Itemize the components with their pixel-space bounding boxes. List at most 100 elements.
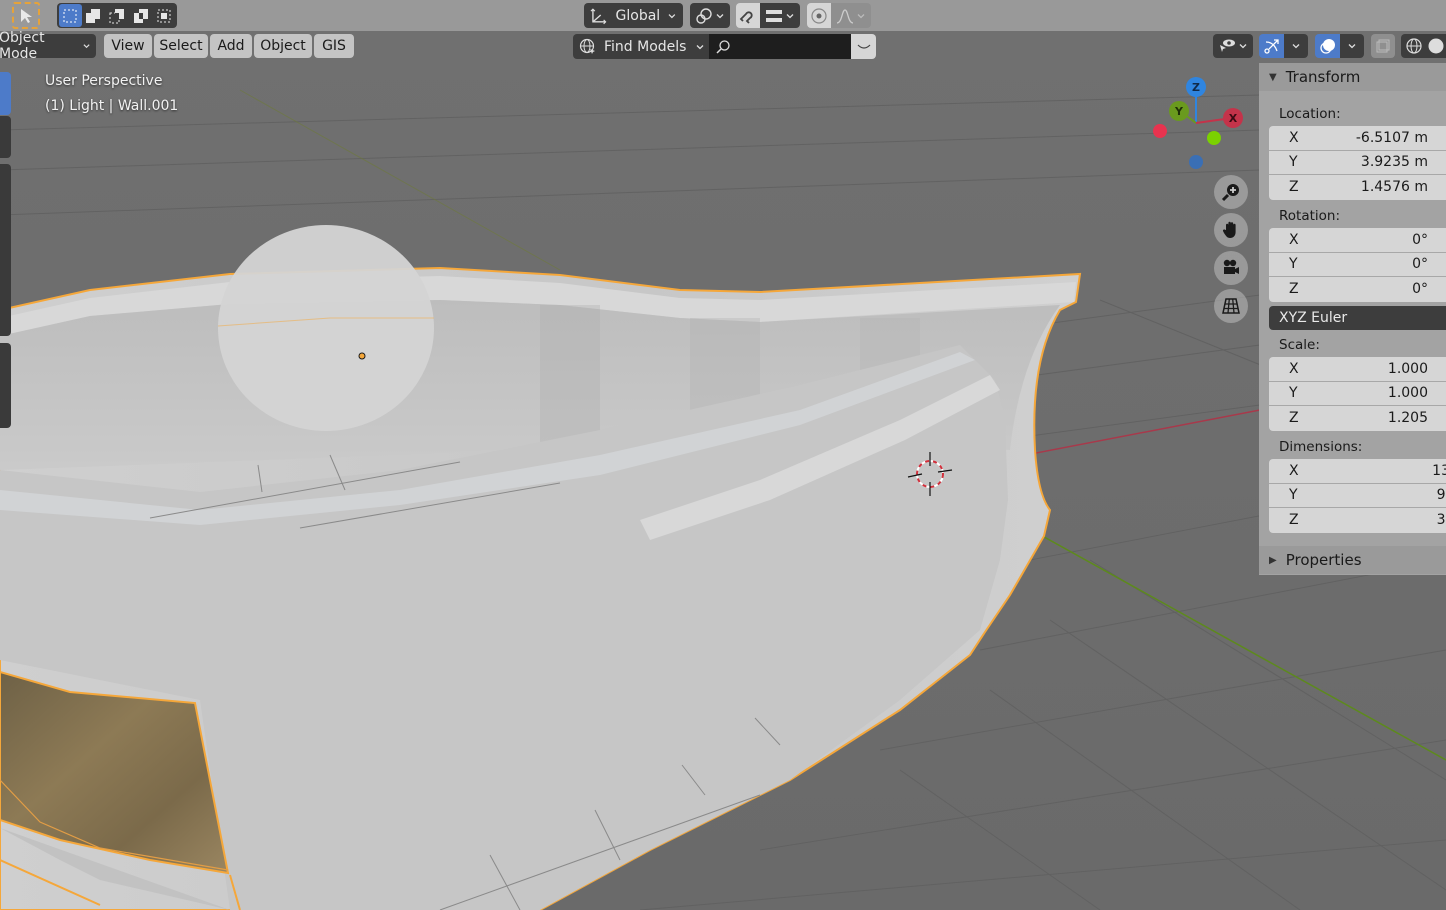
gizmo-x-axis[interactable]: X [1223, 108, 1243, 128]
dimensions-x-value: 13 [1432, 462, 1446, 479]
dimensions-z-field[interactable]: Z 3. [1269, 508, 1446, 533]
rotation-label: Rotation: [1279, 208, 1341, 224]
select-mode-extend[interactable] [82, 4, 106, 27]
snap-increment-icon [766, 9, 782, 22]
smile-arrow-icon [857, 44, 870, 49]
select-intersect-icon [157, 9, 171, 22]
chevron-down-icon [857, 13, 865, 18]
magnet-icon [739, 10, 753, 24]
scene-render [0, 0, 1446, 910]
3d-viewport[interactable]: Z Y X User Perspective (1) Light | Wall.… [0, 0, 1446, 910]
overlays-dropdown[interactable] [1340, 34, 1364, 58]
pivot-point-dropdown[interactable] [690, 3, 730, 28]
scale-y-field[interactable]: Y 1.000 [1269, 381, 1446, 406]
scale-fields: X 1.000 Y 1.000 Z 1.205 [1269, 357, 1446, 431]
menu-add[interactable]: Add [210, 34, 252, 58]
rotation-x-value: 0° [1412, 231, 1428, 248]
menu-select[interactable]: Select [154, 34, 208, 58]
dimensions-y-field[interactable]: Y 9. [1269, 483, 1446, 508]
model-search-input[interactable] [709, 34, 851, 59]
axis-label: Z [1289, 281, 1299, 298]
search-icon [716, 39, 730, 54]
overlays-toggle[interactable] [1315, 34, 1340, 58]
snap-toggle[interactable] [736, 3, 760, 28]
pan-view-button[interactable] [1214, 213, 1248, 247]
gizmo-neg-x [1153, 124, 1167, 138]
axis-label: Y [1289, 154, 1298, 171]
proportional-falloff-dropdown[interactable] [831, 3, 871, 28]
menu-object[interactable]: Object [254, 34, 312, 58]
rotation-y-value: 0° [1412, 256, 1428, 273]
axis-label: X [1289, 129, 1299, 146]
visibility-dropdown[interactable] [1213, 34, 1253, 58]
gizmo-z-label: Z [1192, 80, 1200, 94]
ortho-toggle-button[interactable] [1214, 289, 1248, 323]
gizmo-toggle[interactable] [1259, 34, 1284, 58]
gizmo-arrow-icon [1263, 39, 1279, 54]
scale-x-field[interactable]: X 1.000 [1269, 357, 1446, 382]
gizmo-dropdown[interactable] [1284, 34, 1308, 58]
dimensions-fields: X 13 Y 9. Z 3. [1269, 459, 1446, 533]
transform-panel-header[interactable]: ▼ Transform [1259, 63, 1446, 91]
grid-icon [1222, 298, 1240, 314]
dimensions-y-value: 9. [1436, 487, 1446, 504]
rotation-z-field[interactable]: Z 0° [1269, 277, 1446, 302]
find-models-dropdown[interactable]: Find Models [573, 34, 709, 59]
chevron-down-icon [1292, 44, 1300, 49]
expand-triangle-icon: ▶ [1269, 554, 1277, 566]
select-difference-icon [133, 8, 148, 23]
rotation-mode-dropdown[interactable]: XYZ Euler [1269, 306, 1446, 330]
solid-shading-icon[interactable] [1427, 37, 1445, 55]
select-mode-intersect[interactable] [152, 4, 175, 27]
zoom-in-icon [1221, 184, 1239, 202]
properties-title: Properties [1285, 551, 1362, 569]
scale-label: Scale: [1279, 337, 1320, 353]
toolbar-tab-select[interactable] [0, 72, 11, 115]
gizmo-y-axis[interactable]: Y [1169, 101, 1189, 121]
toolbar-tab-4[interactable] [0, 343, 11, 428]
zoom-view-button[interactable] [1214, 175, 1248, 209]
chevron-down-icon [83, 44, 90, 49]
toolbar-tab-2[interactable] [0, 116, 11, 158]
location-x-field[interactable]: X -6.5107 m [1269, 126, 1446, 151]
link-pivot-icon [696, 7, 712, 24]
search-options-button[interactable] [851, 34, 876, 59]
toolbar-tab-3[interactable] [0, 164, 11, 336]
proportional-edit-toggle[interactable] [807, 3, 831, 28]
select-subtract-icon [109, 8, 124, 23]
axis-label: Y [1289, 256, 1298, 273]
menu-view[interactable]: View [104, 34, 152, 58]
camera-icon [1223, 259, 1239, 274]
properties-panel-header[interactable]: ▶ Properties [1259, 546, 1446, 574]
wireframe-shading-icon[interactable] [1405, 37, 1423, 55]
select-mode-difference[interactable] [129, 4, 153, 27]
gizmo-neg-y [1207, 131, 1221, 145]
rotation-y-field[interactable]: Y 0° [1269, 252, 1446, 277]
select-mode-set[interactable] [59, 4, 82, 27]
scale-z-value: 1.205 [1387, 410, 1428, 427]
transform-title: Transform [1285, 68, 1361, 86]
location-y-field[interactable]: Y 3.9235 m [1269, 150, 1446, 175]
xray-toggle[interactable] [1371, 34, 1395, 58]
scale-y-value: 1.000 [1387, 385, 1428, 402]
eye-cursor-icon [1220, 39, 1235, 52]
gizmo-z-axis[interactable]: Z [1186, 77, 1206, 97]
find-models-label: Find Models [604, 38, 687, 55]
location-z-field[interactable]: Z 1.4576 m [1269, 175, 1446, 200]
gizmo-neg-z [1189, 155, 1203, 169]
dimensions-x-field[interactable]: X 13 [1269, 459, 1446, 484]
scale-z-field[interactable]: Z 1.205 [1269, 406, 1446, 431]
select-mode-subtract[interactable] [105, 4, 129, 27]
overlays-icon [1319, 39, 1335, 54]
select-tool-button[interactable] [12, 2, 40, 29]
axis-label: X [1289, 231, 1299, 248]
camera-view-button[interactable] [1214, 251, 1248, 285]
axis-label: X [1289, 462, 1299, 479]
mode-dropdown[interactable]: Object Mode [0, 30, 96, 62]
menu-gis[interactable]: GIS [314, 34, 354, 58]
dimensions-z-value: 3. [1436, 512, 1446, 529]
snap-target-dropdown[interactable] [760, 3, 800, 28]
transform-orientation-dropdown[interactable]: Global [584, 3, 683, 28]
location-x-value: -6.5107 m [1355, 129, 1428, 146]
rotation-x-field[interactable]: X 0° [1269, 228, 1446, 253]
